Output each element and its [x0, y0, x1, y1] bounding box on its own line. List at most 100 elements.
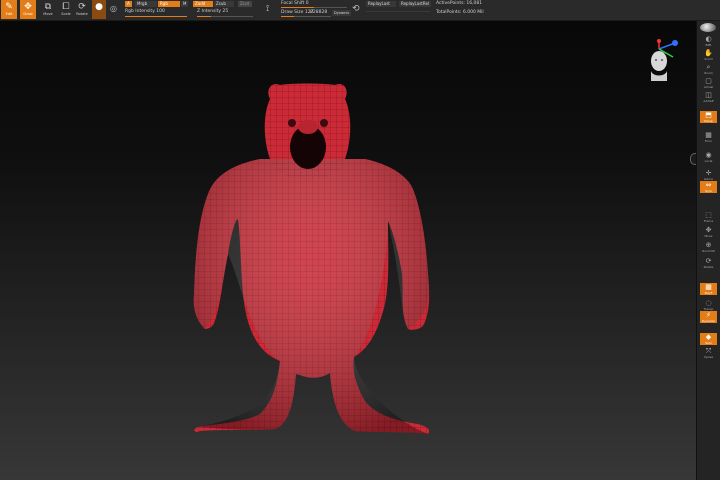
- shelf-button-label: Move: [704, 233, 713, 238]
- rgb-intensity-slider[interactable]: [125, 16, 187, 17]
- shelf-button-zoom[interactable]: ⌕ Zoom: [700, 63, 717, 75]
- shelf-button-frame[interactable]: ⬚ Frame: [700, 211, 717, 223]
- zadd-button[interactable]: Zadd: [193, 1, 213, 7]
- rgb-intensity-label: Rgb Intensity 100: [125, 9, 165, 14]
- dynamic-button[interactable]: Dynamic: [332, 10, 352, 16]
- shelf-button-transp[interactable]: ◌ Transp: [700, 299, 717, 311]
- shelf-button-bpr[interactable]: ◐ BPR: [700, 35, 717, 47]
- shelf-button-polyf[interactable]: ▦ PolyF: [700, 283, 717, 295]
- material-sphere-icon: ●: [95, 2, 103, 12]
- symmetry-icon: ⇔: [705, 180, 712, 189]
- scroll-icon: ✋: [704, 48, 713, 57]
- m-button[interactable]: M: [181, 1, 189, 7]
- transparency-icon: ◌: [705, 298, 712, 307]
- shelf-button-zoom3d[interactable]: ⊕ Zoom3D: [700, 241, 717, 253]
- bear-eye-right: [320, 119, 328, 127]
- shelf-button-label: Scroll: [704, 56, 713, 61]
- rotate-icon: ⟳: [705, 256, 712, 265]
- viewport-canvas[interactable]: [0, 21, 696, 480]
- brush-preview-icon[interactable]: [700, 23, 716, 32]
- shelf-button-solo[interactable]: ◆ Solo: [700, 333, 717, 345]
- shelf-button-scroll[interactable]: ✋ Scroll: [700, 49, 717, 61]
- local-icon: ◉: [705, 150, 712, 159]
- z-intensity-label: Z Intensity 25: [197, 9, 229, 14]
- draw-icon: ✥: [24, 2, 32, 12]
- draw-size-extra: 828828: [310, 10, 328, 15]
- shelf-button-label: Sym: [705, 188, 712, 193]
- shelf-button-label: Persp: [704, 118, 713, 123]
- active-points-label: ActivePoints: 16,081: [436, 1, 483, 6]
- a-toggle[interactable]: A: [125, 1, 132, 7]
- zcut-button[interactable]: Zcut: [238, 1, 252, 7]
- shelf-button-label: AAHalf: [703, 98, 714, 103]
- scale-icon: ⧠: [62, 2, 70, 12]
- rgb-intensity-fill: [125, 16, 187, 17]
- navigation-gizmo[interactable]: [645, 39, 685, 83]
- shelf-button-label: Actual: [703, 84, 714, 89]
- focal-shift-icon: ⟟: [266, 4, 270, 14]
- total-points-label: TotalPoints: 6.000 Mil: [436, 10, 484, 15]
- solo-icon: ◆: [705, 332, 712, 341]
- rgb-button[interactable]: Rgb: [158, 1, 180, 7]
- mrgb-button[interactable]: Mrgb: [135, 1, 157, 7]
- shelf-button-sym[interactable]: ⇔ Sym: [700, 181, 717, 193]
- shelf-button-label: Rotate: [703, 264, 714, 269]
- move-button[interactable]: ⧉ Move: [40, 0, 56, 19]
- shelf-button-label: Dynamic: [701, 318, 716, 323]
- move-icon: ✥: [705, 225, 712, 234]
- lazy-radius-slider[interactable]: [366, 11, 430, 12]
- replay-last-rel-button[interactable]: ReplayLastRel: [399, 1, 431, 7]
- shelf-button-label: Local: [704, 158, 713, 163]
- focal-shift-slider[interactable]: [281, 7, 347, 8]
- shelf-button-aahalf[interactable]: ◫ AAHalf: [700, 91, 717, 103]
- scale-button[interactable]: ⧠ Scale: [58, 0, 74, 19]
- shelf-button-actual[interactable]: ▢ Actual: [700, 77, 717, 89]
- move-icon: ⧉: [44, 2, 52, 12]
- draw-size-slider[interactable]: [281, 16, 331, 17]
- aahalf-icon: ◫: [705, 90, 712, 99]
- lazy-mouse-icon[interactable]: ⟲: [352, 4, 360, 14]
- rotate-icon: ⟳: [78, 2, 86, 12]
- perspective-icon: ⬒: [705, 110, 712, 119]
- bear-silhouette: [193, 83, 430, 434]
- rotate-button[interactable]: ⟳ Rotate: [74, 0, 90, 19]
- focal-shift-fill: [281, 7, 314, 8]
- shelf-button-persp[interactable]: ⬒ Persp: [700, 111, 717, 123]
- shelf-button-floor[interactable]: ▦ Floor: [700, 131, 717, 143]
- shelf-button-label: Zoom: [704, 70, 713, 75]
- shelf-button-label: Transp: [703, 306, 714, 311]
- z-intensity-slider[interactable]: [197, 16, 253, 17]
- edit-button[interactable]: ✎ Edit: [1, 0, 17, 19]
- shelf-button-move[interactable]: ✥ Move: [700, 226, 717, 238]
- zsub-button[interactable]: Zsub: [214, 1, 234, 7]
- floor-icon: ▦: [705, 130, 712, 139]
- shelf-button-label: BPR: [705, 42, 712, 47]
- edit-icon: ✎: [5, 2, 13, 12]
- bear-model[interactable]: [180, 79, 440, 459]
- focal-shift-label: Focal Shift 0: [281, 1, 309, 6]
- shelf-button-xpose[interactable]: ⤧ Xpose: [700, 347, 717, 359]
- draw-size-fill: [281, 16, 294, 17]
- render-icon: ◐: [705, 34, 712, 43]
- shelf-button-gizmo[interactable]: ✛ Gizmo: [700, 169, 717, 181]
- polyframe-icon: ▦: [705, 282, 712, 291]
- shelf-button-label: PolyF: [704, 290, 713, 295]
- right-shelf: ◐ BPR ✋ Scroll ⌕ Zoom ▢ Actual ◫ AAHalf ⬒ Persp ▦ Flo…: [696, 21, 720, 480]
- shelf-button-dynamic[interactable]: ⚡ Dynamic: [700, 311, 717, 323]
- top-toolbar: ✎ Edit ✥ Draw ⧉ Move ⧠ Scale ⟳ Rotate ● …: [0, 0, 720, 21]
- shelf-button-local[interactable]: ◉ Local: [700, 151, 717, 163]
- replay-last-button[interactable]: ReplayLast: [366, 1, 396, 7]
- dynamic-icon: ⚡: [706, 310, 711, 319]
- shelf-button-label: Frame: [703, 218, 714, 223]
- actual-icon: ▢: [705, 76, 712, 85]
- zoom3d-icon: ⊕: [705, 240, 712, 249]
- material-button[interactable]: ●: [92, 0, 106, 19]
- xpose-icon: ⤧: [705, 346, 712, 355]
- shelf-button-label: Xpose: [703, 354, 714, 359]
- shelf-button-label: Floor: [704, 138, 713, 143]
- shelf-button-label: Gizmo: [703, 176, 714, 181]
- draw-button[interactable]: ✥ Draw: [20, 0, 36, 19]
- texture-icon[interactable]: ◎: [110, 4, 117, 13]
- shelf-button-label: Zoom3D: [702, 248, 715, 253]
- shelf-button-rotate[interactable]: ⟳ Rotate: [700, 257, 717, 269]
